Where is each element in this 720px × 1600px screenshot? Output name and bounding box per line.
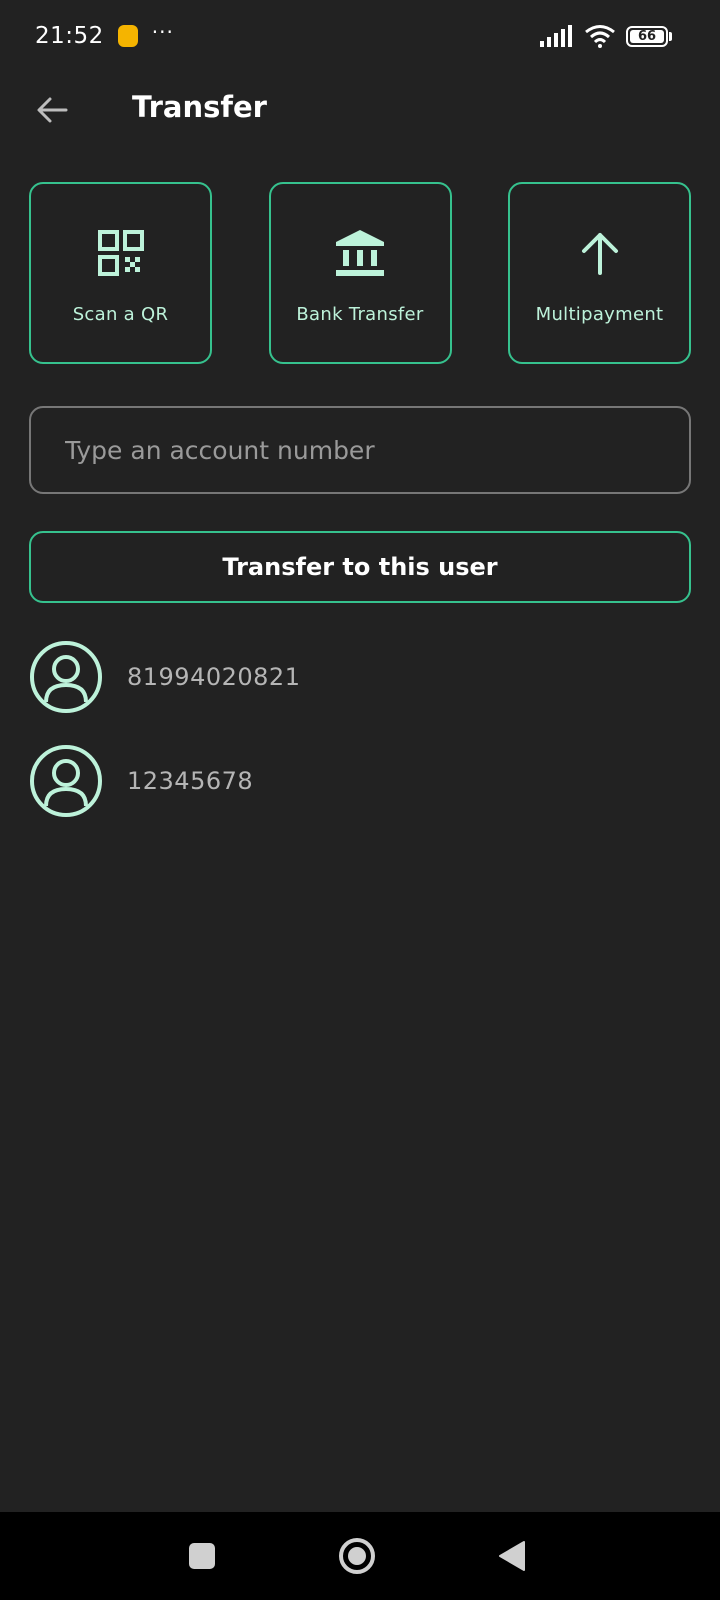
arrow-up-icon [581, 233, 618, 275]
status-left: 21:52 ··· [35, 20, 174, 49]
transfer-to-user-button[interactable]: Transfer to this user [29, 531, 691, 603]
battery-tip [669, 31, 672, 41]
status-bar: 21:52 ··· 66 [0, 0, 720, 72]
scan-qr-button[interactable]: Scan a QR [29, 182, 212, 364]
bank-icon [336, 230, 384, 276]
action-tiles: Scan a QR Bank Transfer Multipayment [29, 182, 691, 364]
bank-transfer-label: Bank Transfer [296, 304, 424, 325]
tile-icon-wrap [97, 228, 144, 278]
transfer-screen: 21:52 ··· 66 Transfer Scan a QR Bank Tra… [0, 0, 720, 1600]
recents-square-icon [189, 1543, 215, 1569]
back-button[interactable] [30, 88, 74, 132]
system-nav-bar [0, 1512, 720, 1600]
battery-body: 66 [626, 25, 668, 47]
nav-back-button[interactable] [472, 1512, 552, 1600]
tile-icon-wrap [580, 228, 620, 278]
battery-icon: 66 [626, 25, 672, 47]
scan-qr-label: Scan a QR [72, 304, 169, 325]
multipayment-label: Multipayment [535, 304, 664, 325]
notification-icon [117, 25, 138, 47]
tile-icon-wrap [334, 228, 386, 278]
multipayment-button[interactable]: Multipayment [508, 182, 691, 364]
list-item[interactable]: 12345678 [29, 744, 691, 818]
back-triangle-icon [499, 1541, 525, 1571]
recents-button[interactable] [162, 1512, 242, 1600]
battery-level: 66 [630, 29, 664, 44]
account-number-input[interactable] [29, 406, 691, 494]
home-button[interactable] [317, 1512, 397, 1600]
qr-code-icon [97, 230, 144, 276]
status-right: 66 [540, 24, 672, 48]
bank-transfer-button[interactable]: Bank Transfer [268, 182, 452, 364]
home-circle-icon [339, 1538, 375, 1574]
avatar [29, 640, 103, 714]
arrow-left-icon [37, 97, 68, 123]
wifi-icon [585, 25, 615, 48]
signal-icon [540, 25, 572, 47]
avatar [29, 744, 103, 818]
page-title: Transfer [132, 90, 267, 124]
recent-accounts-list: 81994020821 12345678 [29, 640, 691, 848]
account-number-text: 81994020821 [127, 663, 301, 691]
more-dots-icon: ··· [151, 20, 174, 44]
user-avatar-icon [30, 745, 102, 817]
account-number-text: 12345678 [127, 767, 254, 795]
status-time: 21:52 [35, 23, 104, 49]
list-item[interactable]: 81994020821 [29, 640, 691, 714]
header: Transfer [0, 80, 720, 140]
user-avatar-icon [30, 641, 102, 713]
